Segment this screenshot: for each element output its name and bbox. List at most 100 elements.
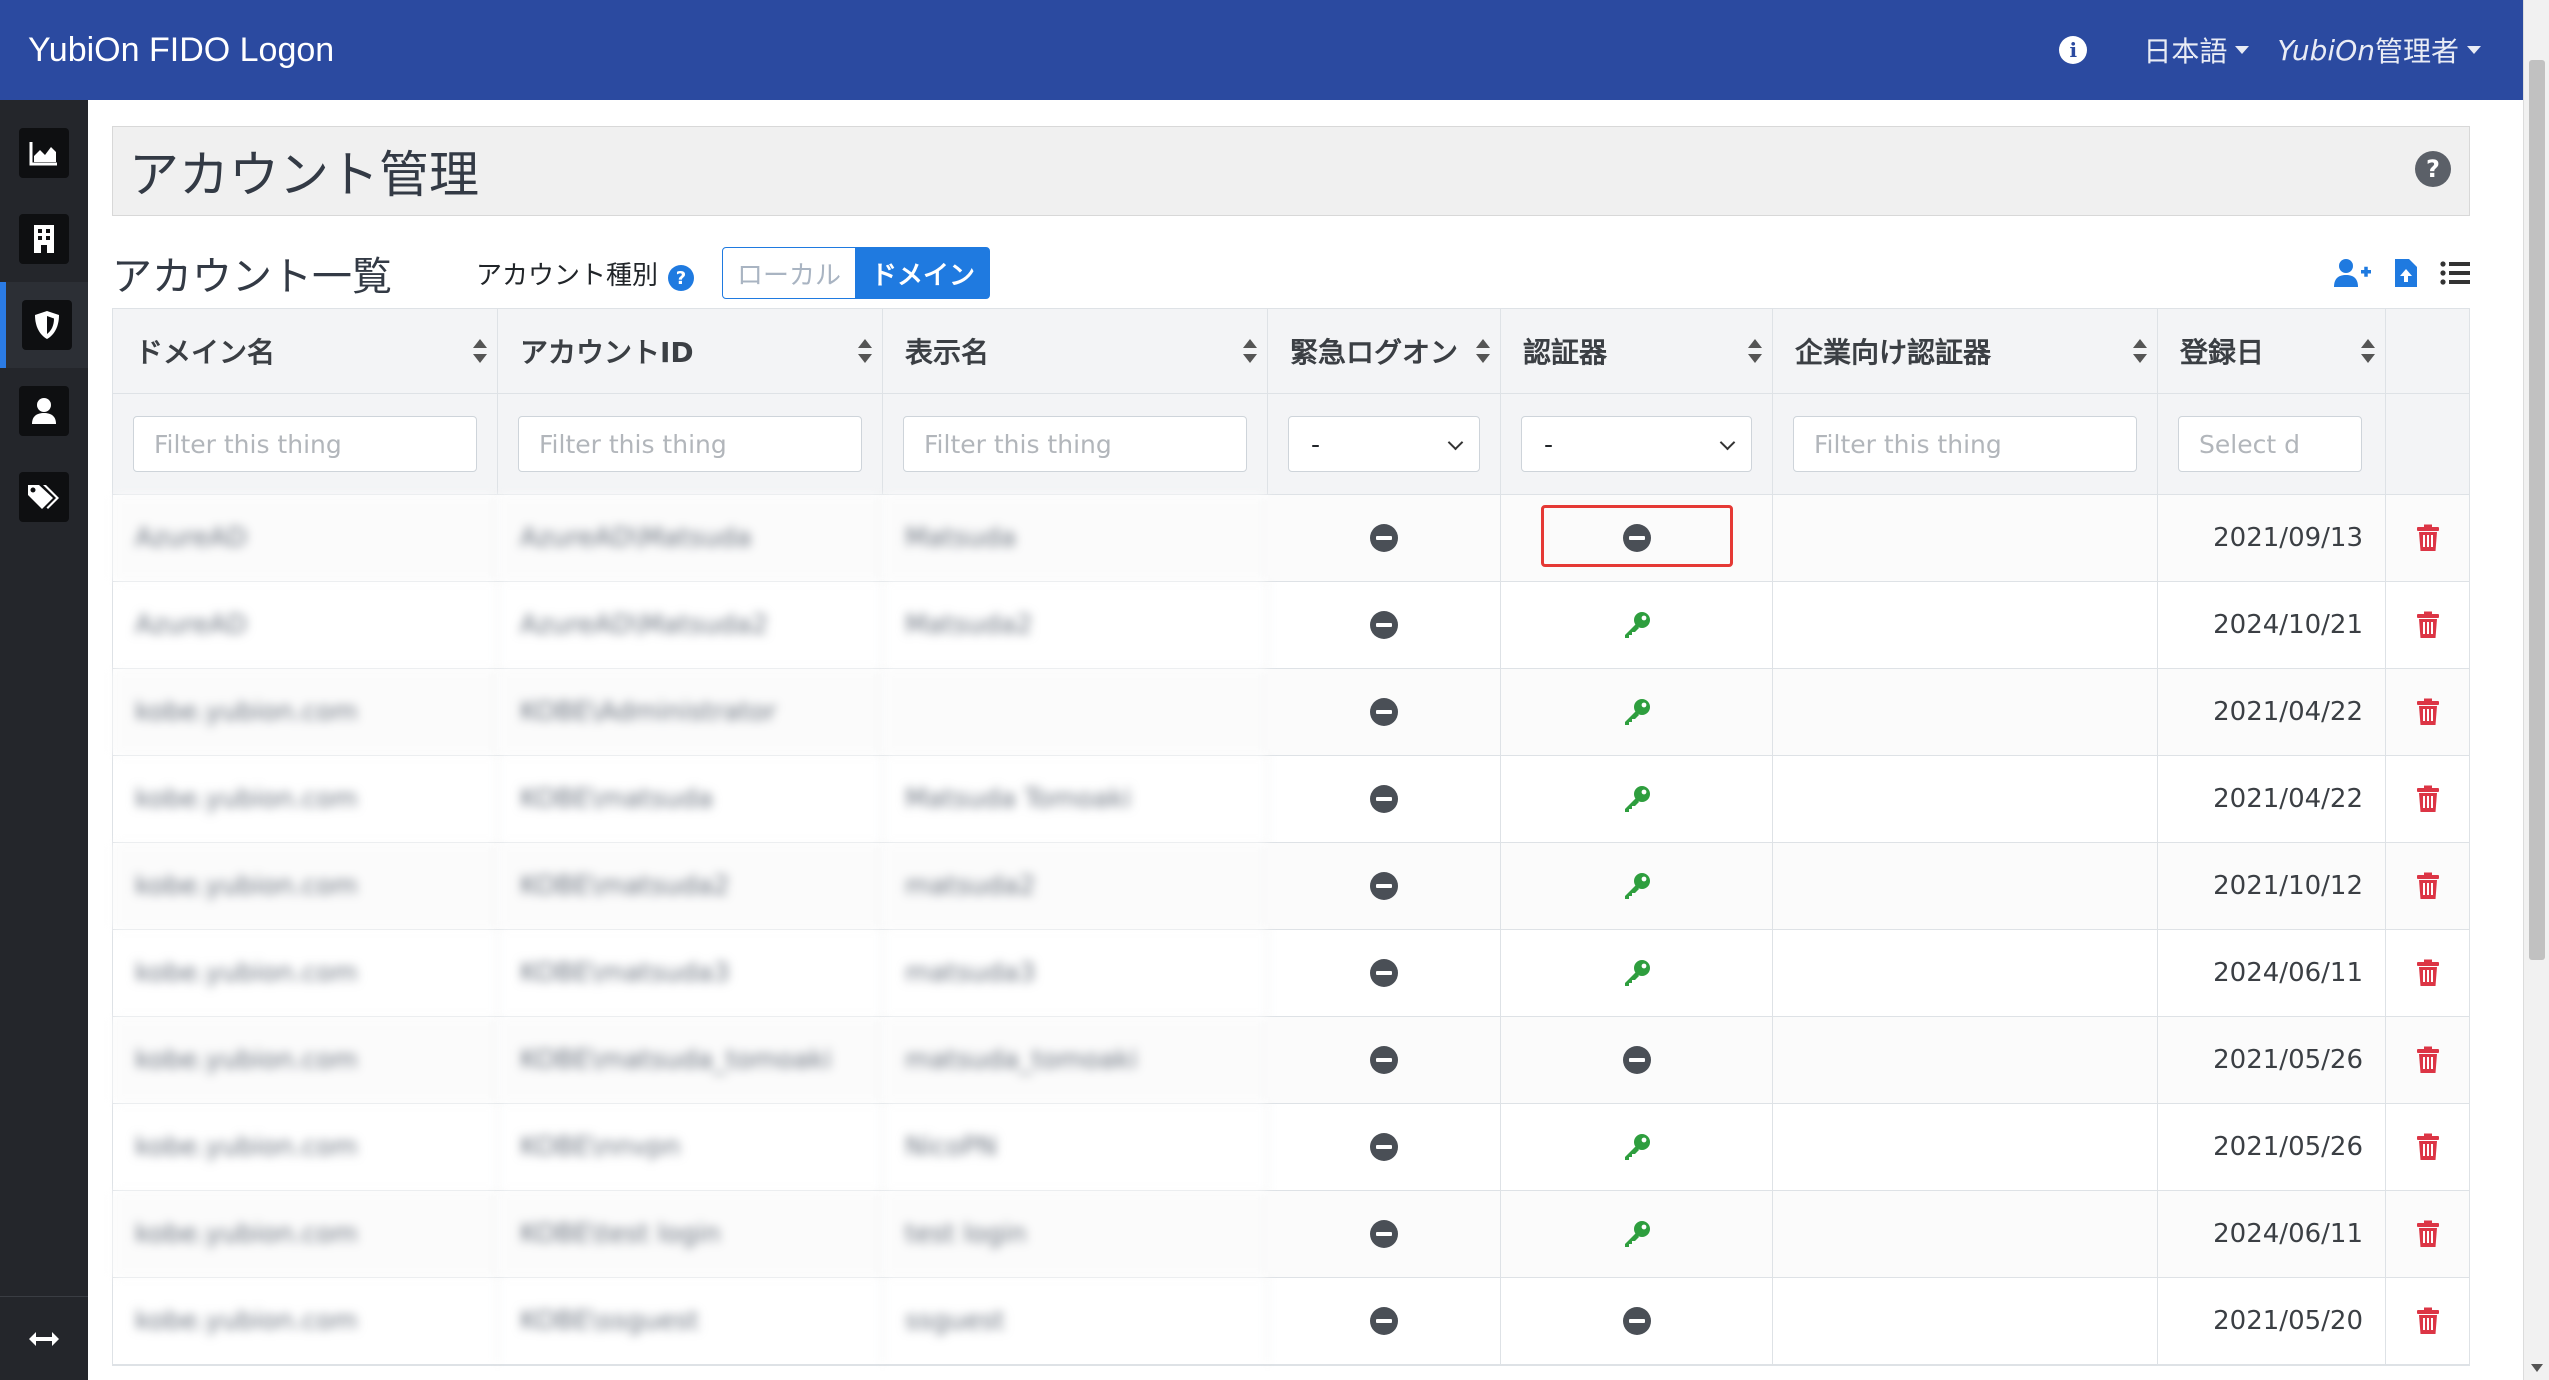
question-icon[interactable]: ? <box>668 265 695 291</box>
column-header-display-name[interactable]: 表示名 <box>883 309 1268 393</box>
cell-emergency-logon[interactable] <box>1268 495 1501 581</box>
cell-authenticator[interactable] <box>1501 843 1773 929</box>
key-icon <box>1624 699 1650 725</box>
authenticator-filter-select[interactable]: - <box>1521 416 1752 472</box>
scrollbar-thumb[interactable] <box>2529 60 2545 960</box>
table-row[interactable]: kobe.yubion.com KOBE\test login test login… <box>113 1191 2469 1278</box>
delete-button[interactable] <box>2386 495 2469 581</box>
table-row[interactable]: kobe.yubion.com KOBE\Administrator 2021/04… <box>113 669 2469 756</box>
column-header-emergency-logon[interactable]: 緊急ログオン <box>1268 309 1501 393</box>
sort-icon <box>1243 339 1257 363</box>
sidebar-toggle[interactable] <box>0 1296 88 1380</box>
help-icon[interactable]: ? <box>2415 151 2451 187</box>
cell-authenticator[interactable] <box>1501 1278 1773 1364</box>
cell-authenticator[interactable] <box>1501 669 1773 755</box>
cell-authenticator[interactable] <box>1501 582 1773 668</box>
cell-authenticator[interactable] <box>1501 1017 1773 1103</box>
sidebar-item-users[interactable] <box>0 368 88 454</box>
delete-button[interactable] <box>2386 582 2469 668</box>
user-plus-icon[interactable] <box>2334 258 2372 288</box>
list-icon[interactable] <box>2440 260 2470 286</box>
cell-emergency-logon[interactable] <box>1268 1017 1501 1103</box>
cell-emergency-logon[interactable] <box>1268 1278 1501 1364</box>
cell-authenticator[interactable] <box>1501 495 1773 581</box>
table-row[interactable]: kobe.yubion.com KOBE\matsuda Matsuda Tomoa… <box>113 756 2469 843</box>
table-row[interactable]: AzureAD AzureAD\Matsuda2 Matsuda2 2024/10/2… <box>113 582 2469 669</box>
cell-emergency-logon[interactable] <box>1268 1104 1501 1190</box>
cell-emergency-logon[interactable] <box>1268 930 1501 1016</box>
delete-button[interactable] <box>2386 669 2469 755</box>
enterprise-authenticator-filter-input[interactable] <box>1793 416 2137 472</box>
cell-display-name: NicoPN <box>883 1104 1268 1190</box>
table-row[interactable]: kobe.yubion.com KOBE\nnvpn NicoPN 2021/05/2… <box>113 1104 2469 1191</box>
table-row[interactable]: kobe.yubion.com KOBE\matsuda_tomoaki matsu… <box>113 1017 2469 1104</box>
toggle-local[interactable]: ローカル <box>722 247 857 299</box>
column-header-label: 企業向け認証器 <box>1795 336 1992 369</box>
domain-filter-input[interactable] <box>133 416 477 472</box>
cell-account-id: KOBE\matsuda_tomoaki <box>498 1017 883 1103</box>
column-header-label: 登録日 <box>2180 336 2265 369</box>
delete-button[interactable] <box>2386 843 2469 929</box>
brand-title[interactable]: YubiOn FIDO Logon <box>28 31 334 70</box>
cell-domain: AzureAD <box>113 582 498 668</box>
account-type-toggle: ローカル ドメイン <box>722 247 991 299</box>
table-row[interactable]: kobe.yubion.com KOBE\matsuda2 matsuda2 2021… <box>113 843 2469 930</box>
table-row[interactable]: kobe.yubion.com KOBE\ssguest ssguest 2021/0… <box>113 1278 2469 1365</box>
cell-authenticator[interactable] <box>1501 930 1773 1016</box>
user-dropdown[interactable]: YubiOn 管理者 <box>2277 30 2481 70</box>
list-toolbar: アカウント一覧 アカウント種別? ローカル ドメイン <box>112 240 2470 306</box>
column-header-label: 緊急ログオン <box>1290 336 1459 369</box>
cell-authenticator[interactable] <box>1501 1191 1773 1277</box>
vertical-scrollbar[interactable] <box>2523 0 2549 1380</box>
delete-button[interactable] <box>2386 756 2469 842</box>
minus-circle-icon <box>1370 698 1398 726</box>
cell-enterprise-authenticator <box>1773 1278 2158 1364</box>
account-id-filter-input[interactable] <box>518 416 862 472</box>
file-upload-icon[interactable] <box>2394 258 2418 288</box>
cell-authenticator[interactable] <box>1501 1104 1773 1190</box>
page-title: アカウント管理 <box>129 146 479 204</box>
delete-button[interactable] <box>2386 1278 2469 1364</box>
cell-emergency-logon[interactable] <box>1268 1191 1501 1277</box>
minus-circle-icon <box>1370 524 1398 552</box>
cell-emergency-logon[interactable] <box>1268 756 1501 842</box>
toggle-domain[interactable]: ドメイン <box>856 247 991 299</box>
column-header-authenticator[interactable]: 認証器 <box>1501 309 1773 393</box>
emergency-logon-filter-select[interactable]: - <box>1288 416 1480 472</box>
table-row[interactable]: AzureAD AzureAD\Matsuda Matsuda 2021/09/13 <box>113 495 2469 582</box>
cell-emergency-logon[interactable] <box>1268 582 1501 668</box>
trash-icon <box>2416 1133 2439 1160</box>
trash-icon <box>2416 611 2439 638</box>
column-header-account-id[interactable]: アカウントID <box>498 309 883 393</box>
cell-domain: kobe.yubion.com <box>113 1191 498 1277</box>
cell-emergency-logon[interactable] <box>1268 843 1501 929</box>
cell-authenticator[interactable] <box>1501 756 1773 842</box>
filter-cell <box>113 394 498 494</box>
sidebar-item-security[interactable] <box>0 282 88 368</box>
cell-domain: AzureAD <box>113 495 498 581</box>
date-filter-input[interactable] <box>2178 416 2362 472</box>
sidebar-item-tags[interactable] <box>0 454 88 540</box>
display-name-filter-input[interactable] <box>903 416 1247 472</box>
sort-icon <box>473 339 487 363</box>
column-header-domain[interactable]: ドメイン名 <box>113 309 498 393</box>
column-header-enterprise-authenticator[interactable]: 企業向け認証器 <box>1773 309 2158 393</box>
column-header-registered-date[interactable]: 登録日 <box>2158 309 2386 393</box>
cell-registered-date: 2024/06/11 <box>2158 1191 2386 1277</box>
language-dropdown[interactable]: 日本語 <box>2143 30 2250 70</box>
sidebar-item-organization[interactable] <box>0 196 88 282</box>
cell-emergency-logon[interactable] <box>1268 669 1501 755</box>
info-icon[interactable]: i <box>2059 36 2088 64</box>
scroll-down-arrow[interactable] <box>2531 1364 2543 1372</box>
delete-button[interactable] <box>2386 1017 2469 1103</box>
filter-cell: - <box>1268 394 1501 494</box>
cell-enterprise-authenticator <box>1773 495 2158 581</box>
cell-account-id: KOBE\test login <box>498 1191 883 1277</box>
delete-button[interactable] <box>2386 1104 2469 1190</box>
sidebar-item-dashboard[interactable] <box>0 110 88 196</box>
table-row[interactable]: kobe.yubion.com KOBE\matsuda3 matsuda3 2024… <box>113 930 2469 1017</box>
delete-button[interactable] <box>2386 930 2469 1016</box>
user-role: 管理者 <box>2374 35 2459 68</box>
delete-button[interactable] <box>2386 1191 2469 1277</box>
cell-registered-date: 2021/04/22 <box>2158 669 2386 755</box>
